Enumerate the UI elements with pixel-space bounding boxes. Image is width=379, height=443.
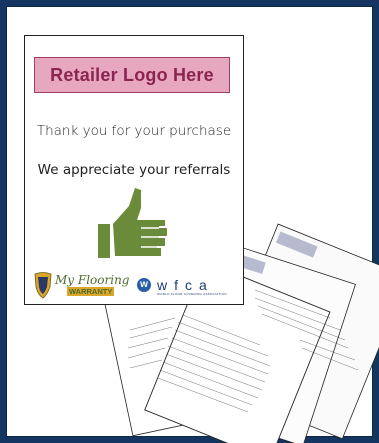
warranty-logo-text-2: WARRANTY <box>67 287 115 296</box>
thank-you-card: Retailer Logo Here Thank you for your pu… <box>24 35 244 305</box>
wfca-circle-icon: w <box>137 278 151 292</box>
warranty-logo-text-1: My Flooring <box>55 273 130 287</box>
thank-you-message: Thank you for your purchase <box>36 123 232 139</box>
retailer-logo-text: Retailer Logo Here <box>50 64 214 85</box>
thumbs-up-icon <box>98 188 167 258</box>
wfca-subtitle: WORLD FLOOR COVERING ASSOCIATION <box>157 292 227 296</box>
referral-message: We appreciate your referrals <box>37 162 231 178</box>
wfca-letters: wfca <box>157 277 214 293</box>
wfca-logo: w wfca WORLD FLOOR COVERING ASSOCIATION <box>137 276 237 298</box>
my-flooring-warranty-logo: My Flooring WARRANTY <box>33 271 130 299</box>
retailer-logo-placeholder: Retailer Logo Here <box>34 57 230 93</box>
